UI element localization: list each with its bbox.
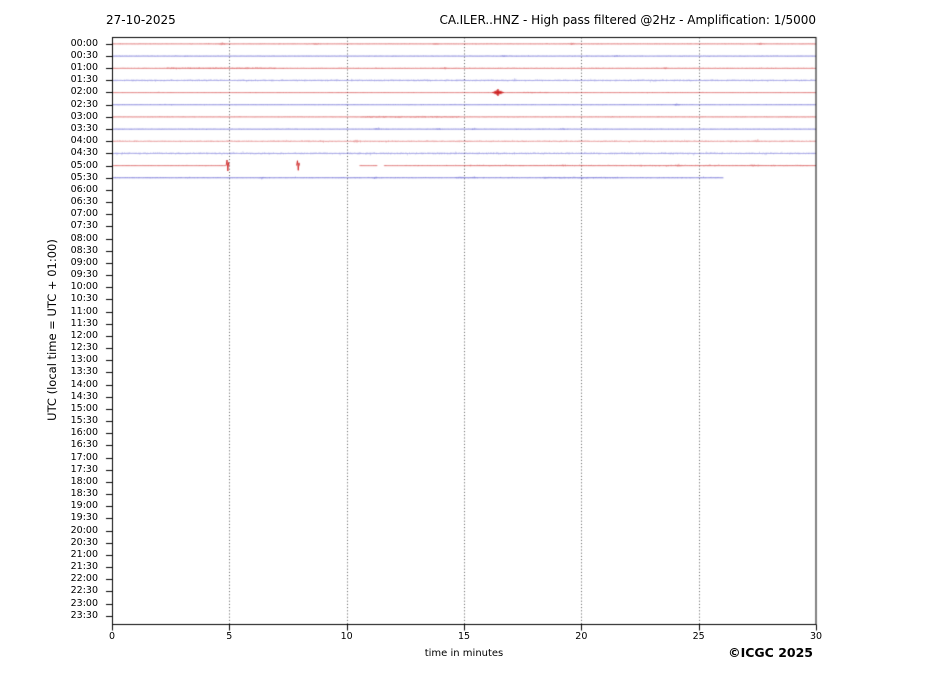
- chart-title: CA.ILER..HNZ - High pass filtered @2Hz -…: [439, 13, 816, 27]
- copyright-label: ©ICGC 2025: [728, 645, 813, 660]
- y-tick-label: 18:00: [70, 475, 98, 487]
- y-tick-label: 21:00: [70, 548, 98, 560]
- y-tick-label: 00:30: [70, 49, 98, 61]
- y-tick-label: 11:00: [70, 305, 98, 317]
- y-tick-label: 17:00: [70, 451, 98, 463]
- trace-canvas: [0, 0, 927, 696]
- y-tick-label: 05:00: [70, 159, 98, 171]
- date-label: 27-10-2025: [106, 13, 176, 27]
- y-tick-label: 01:30: [70, 74, 98, 86]
- y-tick-label: 03:30: [70, 122, 98, 134]
- y-tick-label: 09:30: [70, 269, 98, 281]
- y-tick-label: 06:00: [70, 183, 98, 195]
- x-tick-label: 25: [692, 631, 705, 642]
- y-tick-label: 12:30: [70, 342, 98, 354]
- y-axis-label: UTC (local time = UTC + 01:00): [45, 239, 59, 421]
- y-tick-label: 01:00: [70, 62, 98, 74]
- y-tick-label: 07:00: [70, 208, 98, 220]
- x-tick-label: 30: [809, 631, 823, 642]
- y-tick-label: 06:30: [70, 196, 98, 207]
- x-tick-label: 5: [226, 631, 233, 642]
- y-tick-label: 18:30: [70, 488, 98, 500]
- y-tick-label: 14:30: [70, 390, 98, 402]
- y-tick-label: 17:30: [70, 463, 98, 475]
- y-tick-label: 12:00: [70, 329, 98, 341]
- y-tick-label: 10:30: [70, 293, 98, 305]
- y-tick-label: 11:30: [70, 317, 98, 329]
- y-tick-label: 19:30: [70, 512, 98, 524]
- y-tick-label: 08:30: [70, 244, 98, 256]
- y-tick-label: 20:30: [70, 536, 98, 548]
- y-tick-label: 02:00: [70, 86, 98, 98]
- y-tick-label: 00:00: [70, 37, 98, 49]
- y-tick-label: 05:30: [70, 171, 98, 183]
- x-tick-label: 15: [457, 631, 471, 642]
- y-tick-label: 19:00: [70, 500, 98, 512]
- y-tick-label: 10:00: [70, 281, 98, 293]
- y-tick-label: 15:00: [70, 402, 98, 414]
- x-tick-label: 10: [340, 631, 353, 642]
- y-tick-label: 16:00: [70, 427, 98, 439]
- y-tick-label: 22:00: [70, 573, 98, 585]
- x-axis-label: time in minutes: [424, 648, 504, 659]
- y-tick-label: 23:30: [70, 609, 98, 621]
- x-tick-label: 20: [575, 631, 588, 642]
- y-tick-label: 03:00: [70, 110, 98, 122]
- x-tick-label: 0: [108, 631, 116, 642]
- y-tick-label: 02:30: [70, 98, 98, 110]
- y-tick-label: 16:30: [70, 439, 98, 451]
- y-tick-label: 04:30: [70, 147, 98, 159]
- y-tick-label: 09:00: [70, 256, 98, 268]
- y-tick-label: 15:30: [70, 415, 98, 427]
- y-tick-label: 13:00: [70, 354, 98, 366]
- y-tick-label: 14:00: [70, 378, 98, 390]
- y-tick-label: 07:30: [70, 220, 98, 232]
- y-tick-label: 20:00: [70, 524, 98, 536]
- y-tick-label: 22:30: [70, 585, 98, 597]
- y-tick-label: 04:00: [70, 135, 98, 147]
- helicorder-figure: 27-10-2025 CA.ILER..HNZ - High pass filt…: [0, 0, 927, 696]
- y-tick-label: 13:30: [70, 366, 98, 378]
- y-tick-label: 23:00: [70, 597, 98, 609]
- y-tick-label: 08:00: [70, 232, 98, 244]
- y-tick-label: 21:30: [70, 561, 98, 573]
